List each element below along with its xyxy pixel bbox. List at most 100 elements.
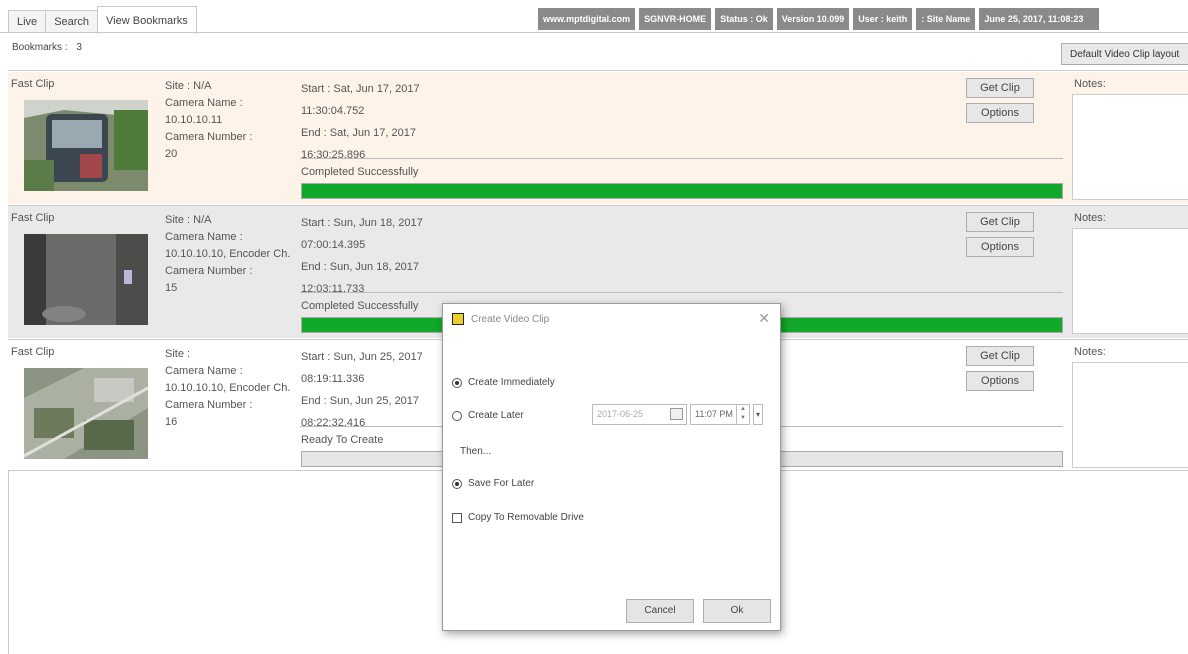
clip-end: End : Sun, Jun 18, 2017 xyxy=(301,261,420,273)
chevron-down-icon[interactable]: ▾ xyxy=(753,404,763,425)
options-button[interactable]: Options xyxy=(966,103,1034,123)
calendar-icon[interactable] xyxy=(670,408,683,420)
status-host: SGNVR-HOME xyxy=(639,8,712,30)
notes-label: Notes: xyxy=(1074,346,1106,358)
copy-removable-option[interactable]: Copy To Removable Drive xyxy=(452,512,584,523)
camera-number: 15 xyxy=(165,282,178,294)
notes-label: Notes: xyxy=(1074,78,1106,90)
clip-row: Fast Clip Site : N/A Camera Name : 10.10… xyxy=(8,72,1188,204)
create-later-label: Create Later xyxy=(468,410,524,421)
divider xyxy=(300,158,1063,159)
time-value: 11:07 PM xyxy=(695,409,733,419)
clip-end-time: 08:22:32.416 xyxy=(301,417,366,429)
create-video-clip-dialog: Create Video Clip ✕ Create Immediately C… xyxy=(442,303,781,631)
clip-type: Fast Clip xyxy=(11,346,55,358)
clip-times: Start : Sat, Jun 17, 2017 11:30:04.752 E… xyxy=(301,78,420,166)
status-state: Status : Ok xyxy=(715,8,773,30)
tab-live[interactable]: Live xyxy=(8,10,47,33)
clip-camera-info: Site : N/A Camera Name : 10.10.10.10, En… xyxy=(165,212,290,297)
clip-site: Site : N/A xyxy=(165,214,212,226)
create-later-radio[interactable] xyxy=(452,410,462,421)
create-immediately-option[interactable]: Create Immediately xyxy=(452,377,555,388)
clip-site: Site : N/A xyxy=(165,80,212,92)
divider xyxy=(8,470,9,654)
camera-number: 16 xyxy=(165,416,178,428)
bookmarks-number: 3 xyxy=(76,42,82,53)
camera-number: 20 xyxy=(165,148,178,160)
get-clip-button[interactable]: Get Clip xyxy=(966,212,1034,232)
camera-number-label: Camera Number : xyxy=(165,399,253,411)
clip-status: Completed Successfully xyxy=(301,300,419,312)
bookmarks-count: Bookmarks : 3 xyxy=(12,42,82,53)
status-user: User : keith xyxy=(853,8,913,30)
clip-start-time: 08:19:11.336 xyxy=(301,373,365,385)
dialog-title: Create Video Clip xyxy=(471,314,550,325)
camera-name-label: Camera Name : xyxy=(165,97,243,109)
clip-end-time: 16:30:25.896 xyxy=(301,149,366,161)
time-spinner[interactable]: ▲ ▼ xyxy=(736,405,749,424)
camera-name: 10.10.10.10, Encoder Ch... xyxy=(165,382,290,394)
date-picker[interactable]: 2017-06-25 xyxy=(592,404,687,425)
status-website: www.mptdigital.com xyxy=(538,8,636,30)
clip-progress-fill xyxy=(302,184,1062,198)
clip-start-time: 07:00:14.395 xyxy=(301,239,366,251)
bookmarks-label: Bookmarks : xyxy=(12,42,68,53)
clip-times: Start : Sun, Jun 18, 2017 07:00:14.395 E… xyxy=(301,212,423,300)
camera-name: 10.10.10.11 xyxy=(165,114,223,126)
divider xyxy=(8,70,1188,71)
get-clip-button[interactable]: Get Clip xyxy=(966,346,1034,366)
save-for-later-radio[interactable] xyxy=(452,478,462,489)
time-picker[interactable]: 11:07 PM ▲ ▼ xyxy=(690,404,750,425)
notes-label: Notes: xyxy=(1074,212,1106,224)
camera-number-label: Camera Number : xyxy=(165,265,253,277)
tab-search[interactable]: Search xyxy=(45,10,99,33)
tab-divider xyxy=(0,32,1188,33)
create-immediately-radio[interactable] xyxy=(452,377,462,388)
clip-camera-info: Site : N/A Camera Name : 10.10.10.11 Cam… xyxy=(165,78,290,163)
copy-removable-label: Copy To Removable Drive xyxy=(468,512,584,523)
then-label: Then... xyxy=(460,446,492,457)
app-icon xyxy=(452,313,464,325)
save-for-later-option[interactable]: Save For Later xyxy=(452,478,534,489)
clip-site: Site : xyxy=(165,348,191,360)
notes-field[interactable] xyxy=(1072,228,1188,334)
cancel-button[interactable]: Cancel xyxy=(626,599,694,623)
clip-start-time: 11:30:04.752 xyxy=(301,105,365,117)
copy-removable-checkbox[interactable] xyxy=(452,512,462,523)
clip-thumbnail[interactable] xyxy=(24,234,148,325)
tab-view-bookmarks[interactable]: View Bookmarks xyxy=(97,6,197,34)
clip-end: End : Sat, Jun 17, 2017 xyxy=(301,127,416,139)
divider xyxy=(300,292,1063,293)
status-bar: www.mptdigital.com SGNVR-HOME Status : O… xyxy=(538,8,1100,30)
clip-times: Start : Sun, Jun 25, 2017 08:19:11.336 E… xyxy=(301,346,423,434)
clip-status: Ready To Create xyxy=(301,434,384,446)
options-button[interactable]: Options xyxy=(966,237,1034,257)
clip-type: Fast Clip xyxy=(11,212,55,224)
camera-number-label: Camera Number : xyxy=(165,131,253,143)
date-value: 2017-06-25 xyxy=(597,409,644,419)
close-icon[interactable]: ✕ xyxy=(758,310,770,327)
camera-name-label: Camera Name : xyxy=(165,365,243,377)
status-datetime: June 25, 2017, 11:08:23 xyxy=(979,8,1100,30)
default-video-clip-layout-button[interactable]: Default Video Clip layout xyxy=(1061,43,1188,65)
status-site-name: : Site Name xyxy=(916,8,976,30)
camera-name: 10.10.10.10, Encoder Ch... xyxy=(165,248,290,260)
get-clip-button[interactable]: Get Clip xyxy=(966,78,1034,98)
clip-thumbnail[interactable] xyxy=(24,368,148,459)
clip-end: End : Sun, Jun 25, 2017 xyxy=(301,395,420,407)
camera-name-label: Camera Name : xyxy=(165,231,243,243)
save-for-later-label: Save For Later xyxy=(468,478,535,489)
create-immediately-label: Create Immediately xyxy=(468,377,555,388)
notes-field[interactable] xyxy=(1072,94,1188,200)
ok-button[interactable]: Ok xyxy=(703,599,771,623)
clip-camera-info: Site : Camera Name : 10.10.10.10, Encode… xyxy=(165,346,290,431)
notes-field[interactable] xyxy=(1072,362,1188,468)
clip-end-time: 12:03:11.733 xyxy=(301,283,365,295)
options-button[interactable]: Options xyxy=(966,371,1034,391)
clip-start: Start : Sun, Jun 18, 2017 xyxy=(301,217,423,229)
clip-status: Completed Successfully xyxy=(301,166,419,178)
clip-type: Fast Clip xyxy=(11,78,55,90)
create-later-option[interactable]: Create Later xyxy=(452,410,524,421)
clip-thumbnail[interactable] xyxy=(24,100,148,191)
clip-start: Start : Sat, Jun 17, 2017 xyxy=(301,83,420,95)
